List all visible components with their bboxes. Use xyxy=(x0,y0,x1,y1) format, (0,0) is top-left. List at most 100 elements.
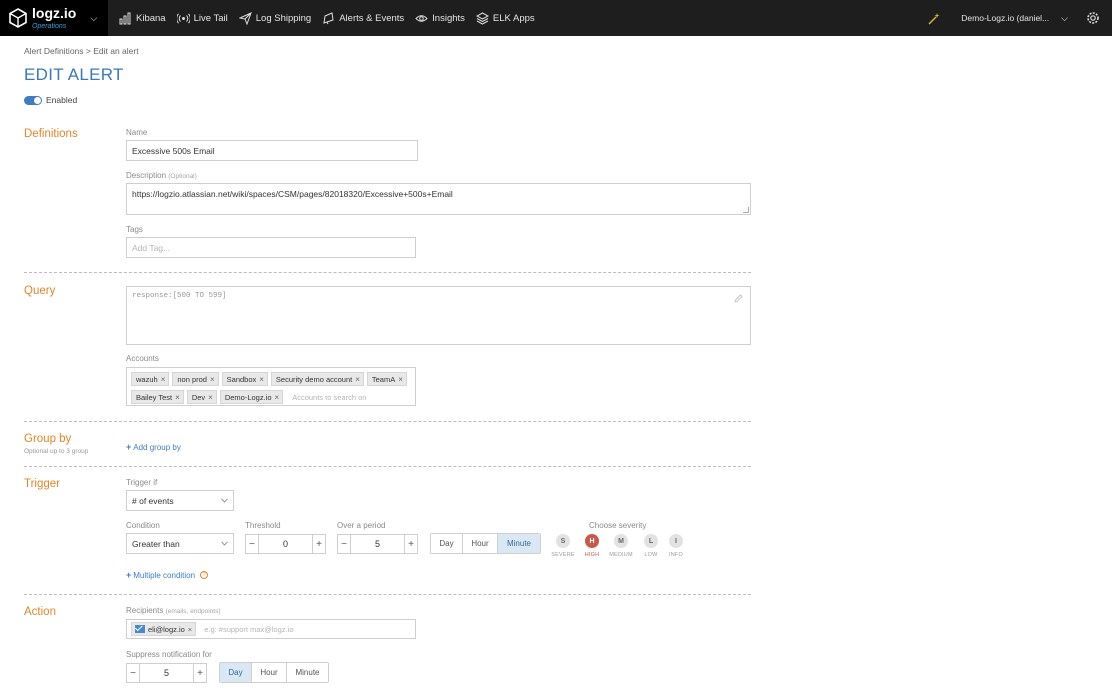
plus-button[interactable]: + xyxy=(313,535,325,553)
gear-icon[interactable] xyxy=(1086,11,1100,25)
section-divider xyxy=(24,421,751,422)
accounts-input[interactable]: wazuh × non prod × Sandbox × Security demo … xyxy=(126,367,416,406)
suppress-value[interactable]: 5 xyxy=(139,664,194,682)
severity-severe[interactable]: S SEVERE xyxy=(551,534,575,558)
period-unit-hour[interactable]: Hour xyxy=(462,534,497,553)
condition-value: Greater than xyxy=(132,538,180,549)
chip-label: TeamA xyxy=(371,374,396,384)
nav-item-insights[interactable]: Insights xyxy=(415,0,465,36)
close-icon[interactable]: × xyxy=(175,393,180,402)
help-icon[interactable]: ? xyxy=(200,571,209,579)
close-icon[interactable]: × xyxy=(208,393,213,402)
trigger-if-select[interactable]: # of events xyxy=(126,490,234,511)
multiple-condition-label: Multiple condition xyxy=(133,570,196,580)
chip-label: Security demo account xyxy=(275,374,353,384)
chip-label: Sandbox xyxy=(226,374,257,384)
minus-button[interactable]: − xyxy=(127,664,139,682)
condition-select[interactable]: Greater than xyxy=(126,533,234,554)
close-icon[interactable]: × xyxy=(259,375,264,384)
nav-item-elk-apps[interactable]: ELK Apps xyxy=(475,0,535,36)
description-textarea[interactable]: https://logzio.atlassian.net/wiki/spaces… xyxy=(126,183,751,215)
group-by-hint: Optional up to 3 group xyxy=(24,448,89,455)
account-selector[interactable]: Demo-Logz.io (daniel... xyxy=(961,13,1049,23)
trigger-if-label: Trigger if xyxy=(126,478,158,487)
resize-handle[interactable] xyxy=(743,207,749,213)
severity-badge: S xyxy=(556,534,570,548)
nav-item-label: Kibana xyxy=(136,12,166,24)
close-icon[interactable]: × xyxy=(188,625,192,634)
chevron-down-icon[interactable]: ⌵ xyxy=(90,13,97,24)
nav-item-kibana[interactable]: Kibana xyxy=(119,0,166,36)
account-chip[interactable]: Bailey Test × xyxy=(131,390,184,404)
nav-item-label: Log Shipping xyxy=(255,12,312,24)
account-chip[interactable]: Dev × xyxy=(186,390,217,404)
paper-plane-icon xyxy=(238,11,252,25)
description-label: Description (Optional) xyxy=(126,171,197,180)
pencil-icon[interactable] xyxy=(734,294,743,303)
period-stepper[interactable]: − 5 + xyxy=(337,534,418,554)
account-chip[interactable]: TeamA × xyxy=(366,372,407,386)
section-divider xyxy=(24,272,751,273)
severity-name: MEDIUM xyxy=(609,552,633,558)
suppress-unit-toggle: Day Hour Minute xyxy=(219,662,329,683)
severity-badge: I xyxy=(669,534,683,548)
period-value[interactable]: 5 xyxy=(350,535,405,553)
account-chip[interactable]: Security demo account × xyxy=(270,372,364,386)
period-unit-day[interactable]: Day xyxy=(431,534,462,553)
accounts-placeholder: Accounts to search on xyxy=(292,392,367,402)
name-input[interactable]: Excessive 500s Email xyxy=(126,140,418,161)
chip-label: Bailey Test xyxy=(136,392,173,402)
plus-button[interactable]: + xyxy=(194,664,206,682)
severity-high[interactable]: H HIGH xyxy=(580,534,604,558)
severity-info[interactable]: I INFO xyxy=(664,534,688,558)
severity-badge: H xyxy=(585,534,599,548)
chevron-down-icon[interactable]: ⌵ xyxy=(1061,13,1068,24)
minus-button[interactable]: − xyxy=(246,535,258,553)
tags-placeholder: Add Tag... xyxy=(132,242,171,253)
logo-name: logz.io xyxy=(32,5,77,21)
threshold-stepper[interactable]: − 0 + xyxy=(245,534,326,554)
layers-icon xyxy=(475,11,489,25)
enabled-label: Enabled xyxy=(46,95,78,105)
nav-item-live-tail[interactable]: Live Tail xyxy=(176,0,228,36)
account-chip[interactable]: non prod × xyxy=(172,372,219,386)
recipient-chip[interactable]: eli@logz.io × xyxy=(131,622,197,636)
suppress-unit-minute[interactable]: Minute xyxy=(286,663,328,682)
suppress-unit-day[interactable]: Day xyxy=(220,663,251,682)
account-chip[interactable]: Demo-Logz.io × xyxy=(219,390,284,404)
close-icon[interactable]: × xyxy=(355,375,360,384)
logo[interactable]: logz.io Operations ⌵ xyxy=(0,0,108,36)
close-icon[interactable]: × xyxy=(210,375,215,384)
minus-button[interactable]: − xyxy=(338,535,350,553)
section-divider xyxy=(24,594,751,595)
suppress-stepper[interactable]: − 5 + xyxy=(126,663,207,683)
severity-low[interactable]: L LOW xyxy=(639,534,663,558)
close-icon[interactable]: × xyxy=(275,393,280,402)
enabled-toggle-row[interactable]: Enabled xyxy=(24,95,77,105)
logo-sub: Operations xyxy=(32,23,67,30)
tags-input[interactable]: Add Tag... xyxy=(126,237,416,258)
plus-button[interactable]: + xyxy=(405,535,417,553)
chevron-down-icon xyxy=(221,541,228,546)
nav-item-label: Live Tail xyxy=(193,12,228,24)
bar-chart-icon xyxy=(119,12,131,24)
close-icon[interactable]: × xyxy=(161,375,166,384)
add-group-by-button[interactable]: + Add group by xyxy=(126,442,181,452)
suppress-unit-hour[interactable]: Hour xyxy=(251,663,286,682)
section-trigger: Trigger xyxy=(24,478,60,490)
account-chip[interactable]: wazuh × xyxy=(131,372,170,386)
close-icon[interactable]: × xyxy=(398,375,403,384)
multiple-condition-button[interactable]: + Multiple condition ? xyxy=(126,570,209,580)
account-chip[interactable]: Sandbox × xyxy=(221,372,268,386)
nav-item-log-shipping[interactable]: Log Shipping xyxy=(238,0,312,36)
breadcrumb[interactable]: Alert Definitions > Edit an alert xyxy=(24,46,139,56)
enabled-toggle[interactable] xyxy=(24,95,42,105)
magic-wand-icon[interactable] xyxy=(928,12,941,25)
recipients-input[interactable]: eli@logz.io × e.g: #support max@logz.io xyxy=(126,619,416,639)
threshold-value[interactable]: 0 xyxy=(258,535,313,553)
threshold-label: Threshold xyxy=(245,521,281,530)
period-unit-minute[interactable]: Minute xyxy=(497,534,540,553)
nav-item-alerts-events[interactable]: Alerts & Events xyxy=(322,0,404,36)
severity-medium[interactable]: M MEDIUM xyxy=(609,534,633,558)
query-editor[interactable]: response:[500 TO 599] xyxy=(126,286,751,345)
